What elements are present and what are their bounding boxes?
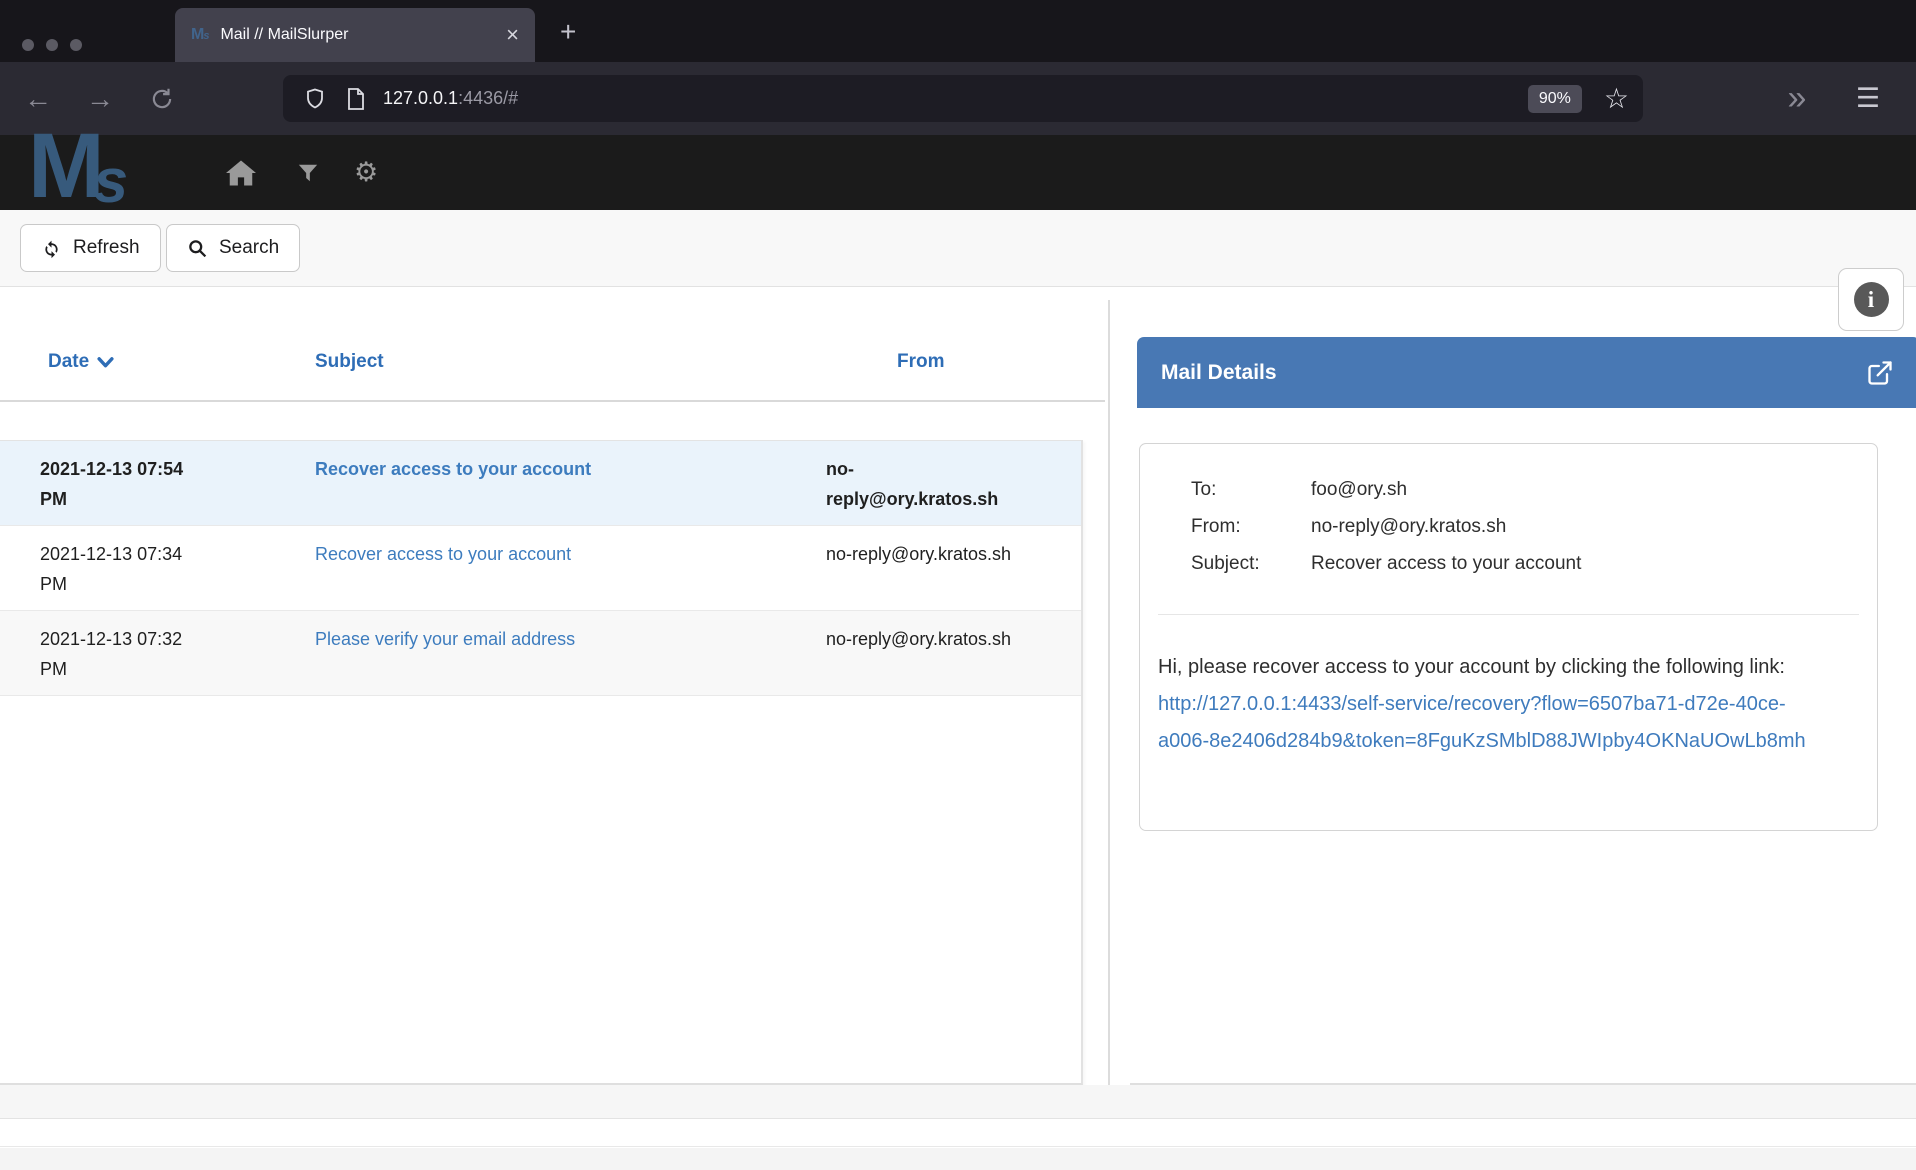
column-header-subject[interactable]: Subject [315,351,384,373]
gear-icon[interactable]: ⚙ [354,135,378,210]
mail-subject-link[interactable]: Recover access to your account [315,459,591,479]
info-icon: i [1854,282,1889,317]
mail-from: no-reply@ory.kratos.sh [826,539,1011,569]
mail-date: 2021-12-13 07:54 PM [40,454,205,514]
tab-close-icon[interactable]: × [506,24,519,46]
subject-label: Subject: [1191,545,1311,582]
refresh-icon [41,238,62,259]
panel-divider [1108,300,1110,1118]
navigation-toolbar: ← → 127.0.0.1:4436/# 90% ☆ » ☰ [0,62,1916,135]
filter-funnel-icon[interactable] [297,135,319,210]
subject-value: Recover access to your account [1311,545,1581,582]
mail-row[interactable]: 2021-12-13 07:32 PM Please verify your e… [0,611,1081,696]
mail-row[interactable]: 2021-12-13 07:34 PM Recover access to yo… [0,526,1081,611]
mail-details-header: Mail Details [1137,337,1916,408]
mail-list: 2021-12-13 07:54 PM Recover access to yo… [0,440,1083,1085]
sort-desc-chevron-icon [97,355,114,369]
bookmark-star-icon[interactable]: ☆ [1604,85,1629,113]
column-header-from[interactable]: From [897,351,945,373]
open-external-icon[interactable] [1866,359,1894,387]
table-header-divider [0,400,1105,402]
overflow-chevrons-icon[interactable]: » [1775,62,1819,135]
bottom-strip [0,1120,1916,1147]
mail-details-title: Mail Details [1161,361,1277,385]
url-bar[interactable]: 127.0.0.1:4436/# 90% ☆ [283,75,1643,122]
mail-from: no-reply@ory.kratos.sh [826,454,1018,514]
to-value: foo@ory.sh [1311,471,1407,508]
tab-strip: Ms Mail // MailSlurper × + [0,0,1916,62]
tab-title: Mail // MailSlurper [220,26,506,44]
home-icon[interactable] [226,135,256,210]
page-icon[interactable] [345,87,367,111]
recovery-link[interactable]: http://127.0.0.1:4433/self-service/recov… [1158,693,1806,752]
column-header-date[interactable]: Date [48,351,114,373]
mail-subject-link[interactable]: Please verify your email address [315,629,575,649]
reload-icon[interactable] [142,62,182,135]
horizontal-scrollbar [0,1148,1916,1170]
app-toolbar: Refresh Search [0,210,1916,287]
menu-hamburger-icon[interactable]: ☰ [1846,62,1890,135]
refresh-button[interactable]: Refresh [20,224,161,272]
window-controls [22,39,82,51]
mailslurper-header: M s ⚙ [0,135,1916,210]
browser-tab[interactable]: Ms Mail // MailSlurper × [175,8,535,62]
mail-date: 2021-12-13 07:32 PM [40,624,205,684]
url-text: 127.0.0.1:4436/# [383,88,518,109]
new-tab-button[interactable]: + [560,16,576,48]
window-control-dot[interactable] [22,39,34,51]
mail-row[interactable]: 2021-12-13 07:54 PM Recover access to yo… [0,441,1081,526]
search-icon [187,238,208,259]
bottom-strip [0,1085,1916,1119]
mail-date: 2021-12-13 07:34 PM [40,539,205,599]
mailslurper-logo: M s [28,127,128,206]
mail-from: no-reply@ory.kratos.sh [826,624,1011,654]
mailslurper-favicon-icon: Ms [191,26,208,44]
info-button[interactable]: i [1838,268,1904,331]
window-control-dot[interactable] [46,39,58,51]
zoom-level-badge[interactable]: 90% [1528,85,1582,113]
to-label: To: [1191,471,1311,508]
window-control-dot[interactable] [70,39,82,51]
from-value: no-reply@ory.kratos.sh [1311,508,1506,545]
mail-meta: To: foo@ory.sh From: no-reply@ory.kratos… [1140,444,1877,582]
browser-window: Ms Mail // MailSlurper × + ← → [0,0,1916,1170]
mail-details-card: To: foo@ory.sh From: no-reply@ory.kratos… [1139,443,1878,831]
mail-body-text: Hi, please recover access to your accoun… [1158,656,1785,678]
mail-body: Hi, please recover access to your accoun… [1140,615,1835,760]
from-label: From: [1191,508,1311,545]
search-button[interactable]: Search [166,224,300,272]
shield-icon[interactable] [303,87,327,111]
mail-subject-link[interactable]: Recover access to your account [315,544,571,564]
